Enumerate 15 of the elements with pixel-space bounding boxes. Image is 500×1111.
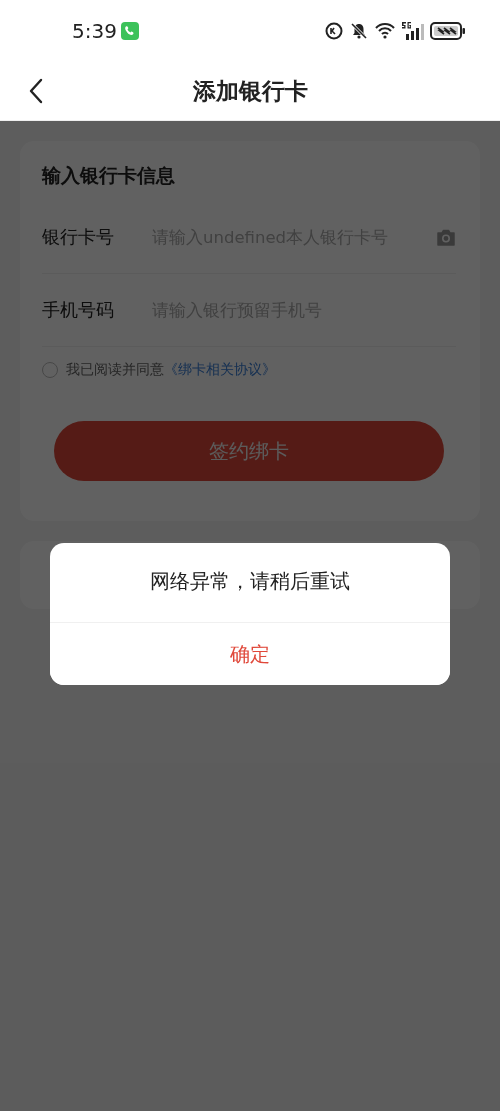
page-title: 添加银行卡 [192,76,308,106]
status-time: 5:39 [72,19,117,43]
muted-bell-icon [349,21,369,41]
signal-icon [401,21,425,41]
wifi-icon [374,22,396,40]
data-saver-icon [324,21,344,41]
field-label: 银行卡号 [42,225,115,249]
phone-icon [120,22,139,40]
section-title: 输入银行卡信息 [42,163,176,188]
battery-charging-icon [430,21,466,41]
sign-bind-button[interactable]: 签约绑卡 [54,421,444,481]
back-icon[interactable] [28,78,44,104]
field-label: 手机号码 [42,298,115,322]
agreement-link[interactable]: 《绑卡相关协议》 [164,361,276,379]
camera-icon[interactable] [436,228,456,246]
